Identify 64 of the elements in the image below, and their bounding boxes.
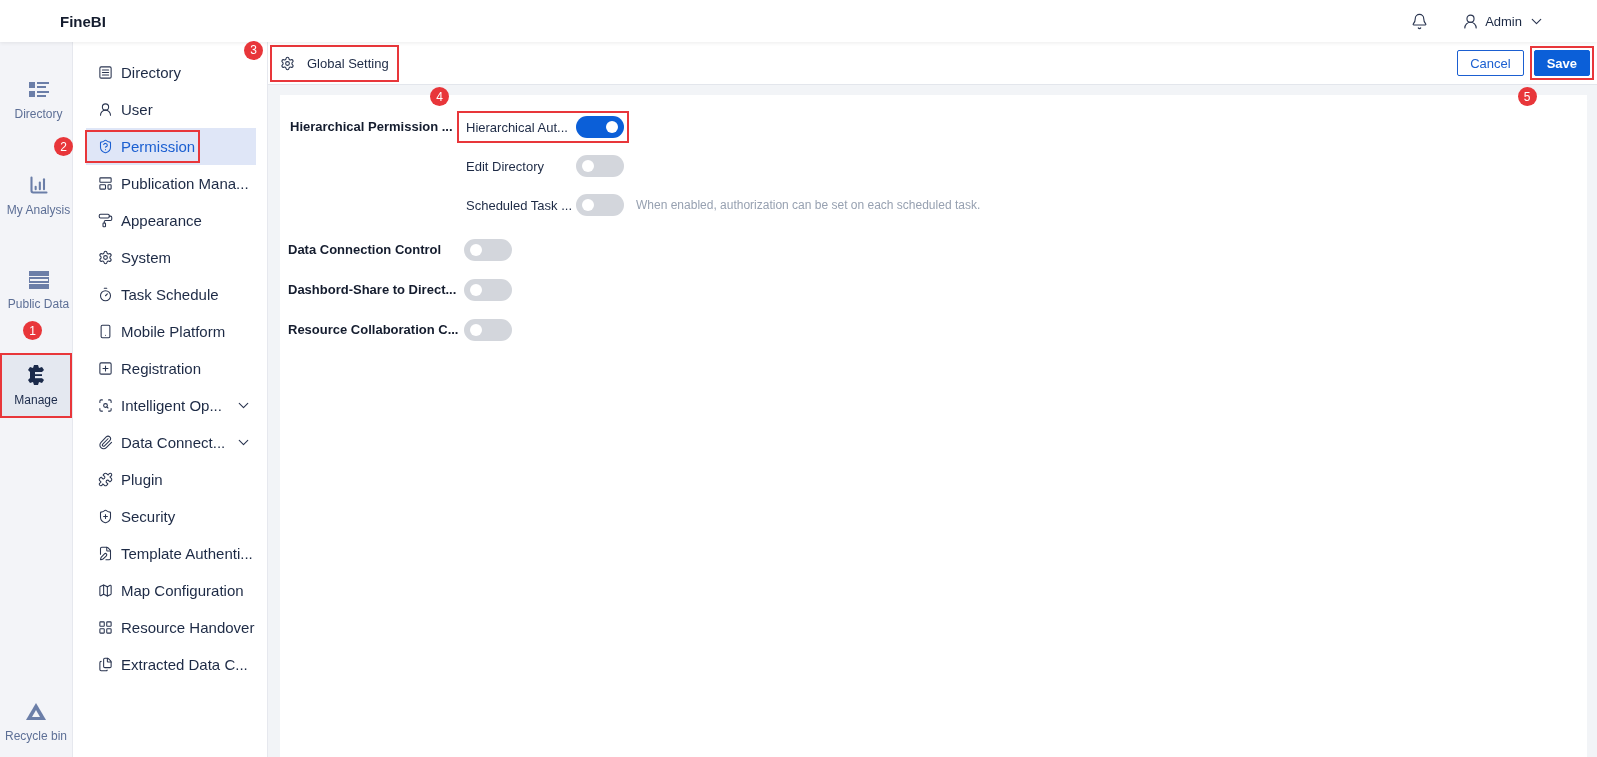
step-badge: 4 [430,87,449,106]
nav-item[interactable]: Registration [86,350,256,387]
setting-label: Resource Collaboration C... [288,321,460,339]
edit-file-icon [98,546,113,561]
nav-item[interactable]: Security [86,498,256,535]
toggle-switch[interactable] [464,239,512,261]
search-icon [98,398,113,413]
user-icon [98,102,113,117]
setting-label: Dashbord-Share to Direct... [288,281,458,299]
layout-icon [98,176,113,191]
rail-item[interactable]: My Analysis [7,163,70,228]
nav-item[interactable]: Extracted Data C... [86,646,256,683]
page-title: Global Setting [307,55,389,71]
toggle-switch[interactable] [576,116,624,138]
gear-icon [280,55,295,71]
toggle-switch[interactable] [576,155,624,177]
toggle-switch[interactable] [464,279,512,301]
nav-item[interactable]: Appearance [86,202,256,239]
option-label: Hierarchical Aut... [466,119,569,135]
nav-item[interactable]: Publication Mana... [86,165,256,202]
option-label: Scheduled Task ... [466,197,573,213]
chart-icon [28,174,49,195]
setting-label: Hierarchical Permission ... [289,118,454,136]
rail-item[interactable]: Recycle bin [0,690,72,755]
user-name[interactable]: Admin [1485,13,1522,29]
nav-item[interactable]: Data Connect... [86,424,256,461]
option-label: Edit Directory [466,158,546,174]
phone-icon [98,324,113,339]
app-name: FineBI [60,12,106,30]
user-icon[interactable] [1462,12,1480,30]
map-icon [98,583,113,598]
server-icon [28,270,49,289]
nav-item[interactable]: Plugin [86,461,256,498]
nav-item[interactable]: Intelligent Op... [86,387,256,424]
toggle-switch[interactable] [576,194,624,216]
nav-item[interactable]: Resource Handover [86,609,256,646]
rail-item[interactable]: Public Data [7,258,70,323]
shield-icon [98,139,113,154]
setting-label: Data Connection Control [288,241,443,259]
shield-plus-icon [98,509,113,524]
list-icon [98,65,113,80]
nav-item[interactable]: Template Authenti... [86,535,256,572]
timer-icon [98,287,113,302]
paint-roller-icon [98,213,113,228]
paperclip-icon [98,435,113,450]
nav-item[interactable]: System [86,239,256,276]
list-icon [28,80,49,99]
hint-text: When enabled, authorization can be set on each scheduled task. [636,198,981,212]
nav-item[interactable]: Task Schedule [86,276,256,313]
nav-item[interactable]: Map Configuration [86,572,256,609]
cancel-button[interactable]: Cancel [1457,50,1524,76]
form-icon [98,361,113,376]
nav-item[interactable]: User [86,91,256,128]
grid-icon [98,620,113,635]
files-icon [98,657,113,672]
nav-item[interactable]: Mobile Platform [86,313,256,350]
step-badge: 1 [23,321,42,340]
save-button[interactable]: Save [1533,50,1590,76]
puzzle-icon [98,472,113,487]
toggle-switch[interactable] [464,319,512,341]
gear-icon [98,250,113,265]
bell-icon[interactable] [1411,12,1429,30]
triangle-icon [26,702,46,721]
gear-icon [26,364,46,385]
